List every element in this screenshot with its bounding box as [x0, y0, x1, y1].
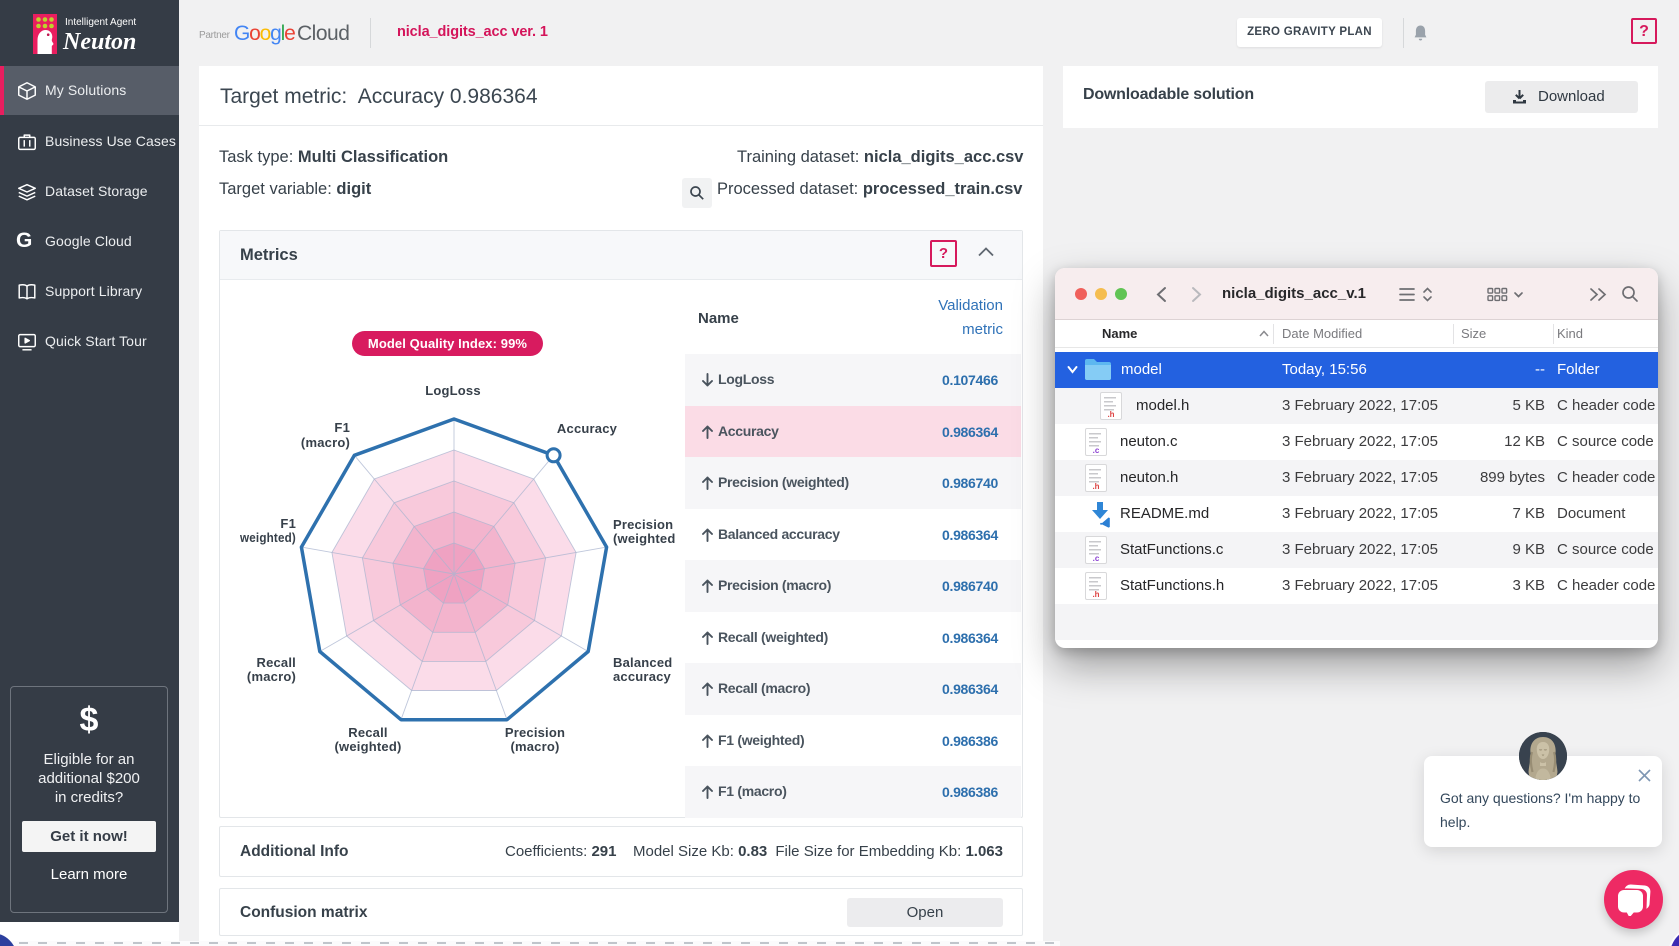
svg-text:accuracy: accuracy	[613, 669, 672, 684]
svg-text:Recall: Recall	[348, 725, 388, 740]
svg-text:(macro): (macro)	[510, 739, 559, 754]
svg-text:(macro): (macro)	[301, 435, 350, 450]
svg-text:(macro): (macro)	[247, 669, 296, 684]
svg-text:weighted): weighted)	[240, 530, 296, 545]
svg-text:Accuracy: Accuracy	[557, 421, 618, 436]
svg-text:F1: F1	[280, 516, 296, 531]
svg-text:Precision: Precision	[613, 517, 673, 532]
svg-text:Precision: Precision	[505, 725, 565, 740]
svg-text:(weighted: (weighted	[613, 531, 675, 546]
svg-text:F1: F1	[334, 420, 350, 435]
svg-text:Balanced: Balanced	[613, 655, 672, 670]
svg-text:Recall: Recall	[256, 655, 296, 670]
svg-text:(weighted): (weighted)	[335, 739, 402, 754]
svg-text:LogLoss: LogLoss	[425, 383, 481, 398]
